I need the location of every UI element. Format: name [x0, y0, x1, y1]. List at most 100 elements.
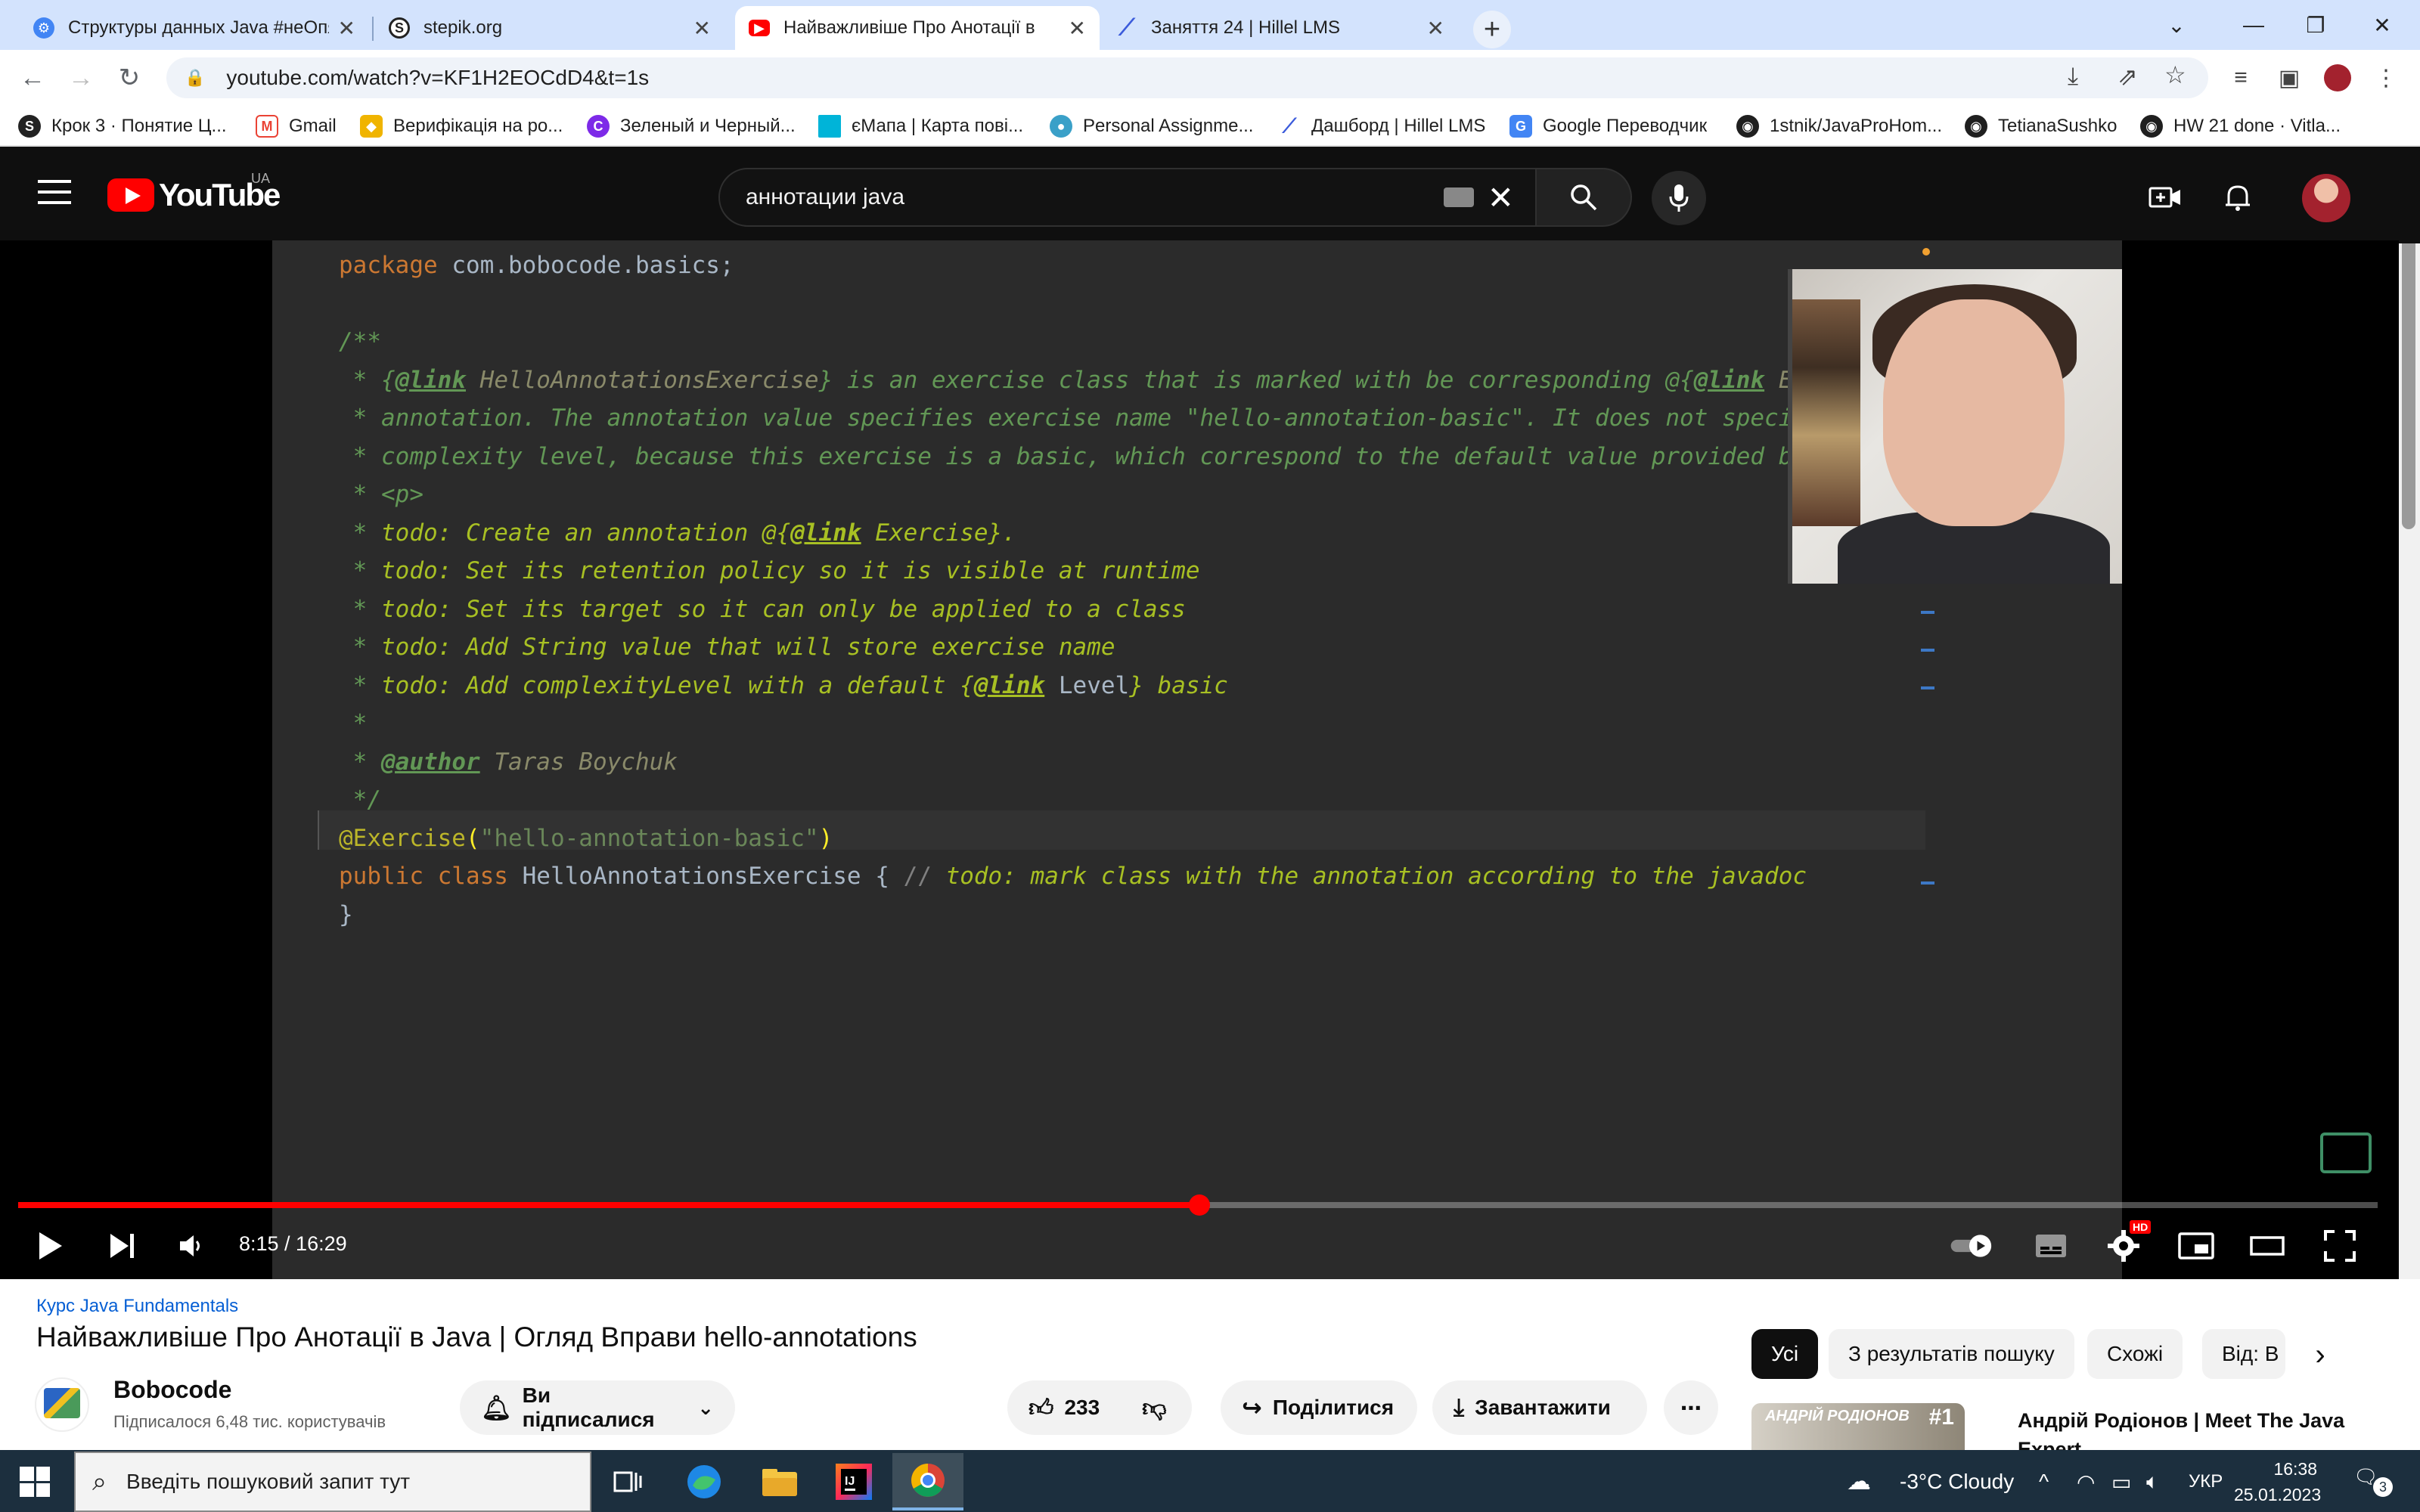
bookmark-item[interactable]: C Зеленый и Черный... — [587, 113, 796, 139]
notifications-icon[interactable]: 🗨 3 — [2353, 1465, 2393, 1497]
intellij-idea-icon[interactable]: IJ — [818, 1453, 889, 1510]
profile-avatar[interactable] — [2320, 60, 2355, 95]
video-progress-bar[interactable] — [18, 1194, 2378, 1216]
close-tab-icon[interactable]: ✕ — [693, 16, 711, 41]
svg-text:IJ: IJ — [845, 1475, 855, 1488]
like-count[interactable]: 233 — [1064, 1396, 1100, 1420]
bookmark-item[interactable]: S Крок 3 · Понятие Ц... — [18, 113, 227, 139]
reload-button[interactable]: ↻ — [112, 60, 147, 95]
speaker-icon[interactable]: 🔈︎ — [2146, 1470, 2159, 1495]
map-icon — [818, 115, 841, 138]
autoplay-toggle[interactable] — [1950, 1223, 1995, 1269]
related-video-thumbnail[interactable]: АНДРІЙ РОДІОНОВ #1 — [1751, 1403, 1965, 1450]
bookmark-item[interactable]: єМапа | Карта пові... — [818, 113, 1023, 139]
download-button[interactable]: ⤓ Завантажити — [1432, 1380, 1647, 1435]
code-line-1: com.bobocode.basics; — [451, 252, 734, 279]
notifications-bell-icon[interactable] — [2219, 178, 2257, 216]
tab-youtube-active[interactable]: ▶ Найважливіше Про Анотації в ✕ — [735, 6, 1100, 50]
back-button[interactable]: ← — [15, 60, 50, 95]
bookmark-item[interactable]: ◉ HW 21 done · Vitla... — [2140, 113, 2341, 139]
menu-icon[interactable] — [38, 180, 71, 210]
search-button[interactable] — [1537, 168, 1632, 227]
tab-title: Заняття 24 | Hillel LMS — [1151, 17, 1341, 38]
system-clock[interactable]: 16:38 25.01.2023 — [2234, 1456, 2321, 1507]
youtube-logo[interactable]: YouTube UA — [107, 171, 281, 213]
bookmark-item[interactable]: ● Personal Assignme... — [1050, 113, 1253, 139]
restore-button[interactable]: ❐ — [2285, 8, 2346, 42]
install-app-icon[interactable]: ⤓ — [2068, 62, 2078, 91]
taskbar-search-input[interactable]: ⌕ Введіть пошуковий запит тут — [74, 1452, 591, 1512]
create-video-icon[interactable] — [2146, 178, 2184, 216]
channel-avatar[interactable] — [35, 1377, 89, 1432]
file-explorer-icon[interactable] — [744, 1453, 815, 1510]
subscribed-button[interactable]: 🔔︎ Ви підписалися ⌄ — [460, 1380, 735, 1435]
share-button[interactable]: ↪ Поділитися — [1221, 1380, 1417, 1435]
subtitles-button[interactable] — [2028, 1223, 2074, 1269]
bookmark-item[interactable]: ◉ TetianaSushko — [1965, 113, 2117, 139]
account-avatar[interactable] — [2302, 174, 2350, 222]
video-scrubber-handle[interactable] — [1188, 1194, 1210, 1216]
address-bar[interactable]: 🔒 youtube.com/watch?v=KF1H2EOCdD4&t=1s — [166, 57, 2208, 98]
cloudy-weather-icon[interactable]: ☁ — [1847, 1467, 1871, 1495]
channel-name[interactable]: Bobocode — [113, 1376, 231, 1404]
dislike-icon[interactable]: 👎︎ — [1142, 1393, 1166, 1423]
chip-from-search[interactable]: З результатів пошуку — [1829, 1329, 2074, 1379]
playlist-link[interactable]: Курс Java Fundamentals — [36, 1296, 238, 1317]
tab-java-structures[interactable]: ⚙ Структуры данных Java #неОпя ✕ — [20, 6, 369, 50]
chevron-right-icon[interactable]: › — [2299, 1334, 2341, 1376]
youtube-header: YouTube UA аннотации java ✕ — [0, 148, 2420, 243]
gear-icon — [2108, 1230, 2139, 1262]
new-tab-button[interactable]: + — [1473, 11, 1511, 48]
weather-text[interactable]: -3°C Cloudy — [1900, 1470, 2014, 1494]
tab-search-chevron-icon[interactable]: ⌄ — [2146, 8, 2207, 42]
close-tab-icon[interactable]: ✕ — [338, 16, 355, 41]
bookmark-star-icon[interactable]: ☆ — [2164, 60, 2186, 89]
chip-all[interactable]: Усі — [1751, 1329, 1819, 1379]
play-button[interactable] — [27, 1223, 73, 1269]
tray-chevron-up-icon[interactable]: ^ — [2039, 1470, 2049, 1494]
close-tab-icon[interactable]: ✕ — [1427, 16, 1444, 41]
assign-icon: ● — [1050, 115, 1072, 138]
miniplayer-button[interactable] — [2173, 1223, 2219, 1269]
next-video-button[interactable] — [100, 1223, 145, 1269]
bookmark-item[interactable]: ⟋ Дашборд | Hillel LMS — [1278, 113, 1485, 139]
battery-icon[interactable]: ▭ — [2111, 1470, 2131, 1495]
input-language[interactable]: УКР — [2189, 1471, 2223, 1492]
edge-browser-icon[interactable] — [669, 1453, 740, 1510]
close-tab-icon[interactable]: ✕ — [1069, 16, 1086, 41]
search-query[interactable]: аннотации java — [746, 184, 1444, 210]
keyboard-icon[interactable] — [1443, 187, 1474, 207]
chip-from-channel[interactable]: Від: B — [2202, 1329, 2285, 1379]
bookmark-item[interactable]: ◆ Верифікація на ро... — [360, 113, 563, 139]
wifi-icon[interactable]: ◠ — [2077, 1470, 2095, 1495]
side-panel-icon[interactable]: ▣ — [2272, 60, 2307, 95]
bookmark-item[interactable]: G Google Переводчик — [1509, 113, 1707, 139]
like-icon[interactable]: 👍︎ — [1028, 1393, 1053, 1423]
windows-start-icon[interactable] — [20, 1467, 50, 1497]
forward-button[interactable]: → — [64, 60, 98, 95]
browser-menu-icon[interactable]: ⋮ — [2369, 60, 2403, 95]
share-icon[interactable]: ⇗ — [2118, 62, 2138, 91]
video-player[interactable]: package com.bobocode.basics; /** * {@lin… — [0, 240, 2399, 1279]
task-view-icon[interactable] — [593, 1453, 664, 1510]
mute-button[interactable] — [168, 1223, 213, 1269]
theater-mode-button[interactable] — [2245, 1223, 2290, 1269]
clear-search-icon[interactable]: ✕ — [1488, 179, 1514, 216]
fullscreen-button[interactable] — [2317, 1223, 2363, 1269]
channel-watermark-icon[interactable] — [2320, 1132, 2372, 1173]
tab-hillel[interactable]: ⟋ Заняття 24 | Hillel LMS ✕ — [1103, 6, 1458, 50]
tab-stepik[interactable]: S stepik.org ✕ — [375, 6, 724, 50]
url-text[interactable]: youtube.com/watch?v=KF1H2EOCdD4&t=1s — [226, 66, 649, 90]
more-actions-button[interactable]: ⋯ — [1664, 1380, 1718, 1435]
subscriber-count: Підписалося 6,48 тис. користувачів — [113, 1412, 386, 1431]
search-input[interactable]: аннотации java ✕ — [718, 168, 1537, 227]
voice-search-button[interactable] — [1652, 171, 1706, 225]
bookmark-item[interactable]: M Gmail — [256, 113, 337, 139]
chip-related[interactable]: Схожі — [2087, 1329, 2183, 1379]
minimize-button[interactable]: — — [2223, 8, 2284, 42]
close-window-button[interactable]: ✕ — [2352, 8, 2412, 42]
related-video-title[interactable]: Андрій Родіонов | Meet The Java Expert — [2018, 1406, 2396, 1450]
chrome-browser-icon[interactable] — [892, 1453, 963, 1510]
reading-list-icon[interactable]: ≡ — [2223, 60, 2258, 95]
bookmark-item[interactable]: ◉ 1stnik/JavaProHom... — [1736, 113, 1942, 139]
